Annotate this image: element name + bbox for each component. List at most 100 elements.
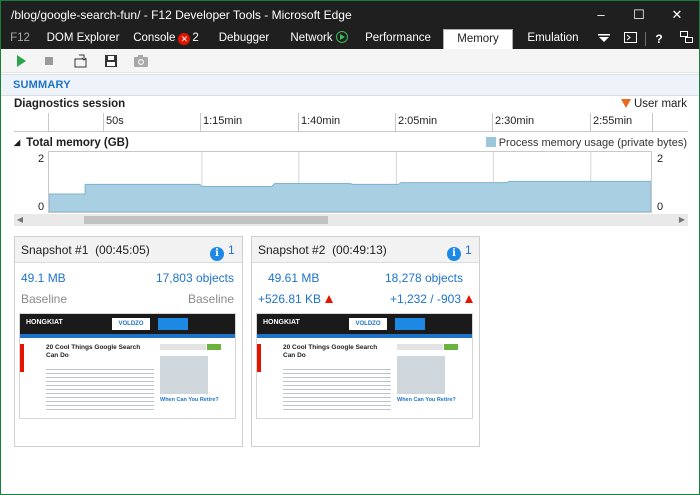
ruler-label: 2:55min (593, 115, 633, 127)
snapshot-info[interactable]: i1 (210, 243, 235, 261)
info-icon: i (210, 247, 224, 261)
ruler-label: 2:05min (398, 115, 438, 127)
thumb-ad-button (158, 318, 188, 330)
tool-tabs: F12 DOM Explorer Console ✕ 2 Debugger Netw… (1, 29, 699, 49)
collapse-caret-icon[interactable]: ◢ (14, 138, 20, 147)
total-memory-header[interactable]: ◢ Total memory (GB) (14, 137, 129, 149)
thumb-logo: HONGKIAT (26, 319, 63, 326)
scrollbar-thumb[interactable] (84, 216, 328, 224)
ruler-tick (103, 113, 104, 132)
objects-count-link[interactable]: 18,278 objects (385, 271, 463, 285)
objects-diff: +1,232 / -903 (389, 292, 461, 306)
page-screenshot-thumbnail: HONGKIAT VOLDZO 20 Cool Things Google Se… (256, 313, 473, 419)
thumb-ad-image (160, 356, 208, 394)
tab-network[interactable]: Network (283, 29, 355, 49)
ruler-label: 2:30min (495, 115, 535, 127)
scroll-left-icon[interactable]: ◀ (14, 214, 26, 226)
thumb-nav-bar (257, 334, 472, 338)
heap-size-link[interactable]: 49.1 MB (21, 271, 66, 285)
summary-label: SUMMARY (13, 79, 71, 91)
start-profiling-icon[interactable] (13, 53, 29, 69)
thumb-share-bar (20, 344, 24, 372)
ruler-label: 1:40min (301, 115, 341, 127)
info-count: 1 (228, 243, 235, 257)
ruler-label: 50s (106, 115, 124, 127)
tab-f12: F12 (10, 32, 30, 44)
error-icon: ✕ (178, 33, 191, 45)
objects-diff: Baseline (187, 292, 234, 306)
snapshot-header: Snapshot #1 (00:45:05) i1 (15, 237, 242, 263)
import-profile-icon[interactable] (73, 53, 89, 69)
console-error-count: 2 (192, 32, 199, 44)
snapshot-info[interactable]: i1 (447, 243, 472, 261)
thumb-ad-banner: VOLDZO (112, 318, 150, 330)
snapshot-card-2[interactable]: Snapshot #2 (00:49:13) i1 49.61 MB 18,27… (251, 236, 480, 447)
snapshot-card-1[interactable]: Snapshot #1 (00:45:05) i1 49.1 MB 17,803… (14, 236, 243, 447)
memory-toolbar (1, 49, 699, 73)
y-axis-top-right: 2 (657, 153, 664, 165)
ruler-tick (48, 113, 49, 132)
size-diff-link[interactable]: +526.81 KB (258, 292, 334, 306)
more-tools-icon[interactable] (595, 29, 613, 49)
ruler-tick (395, 113, 396, 132)
legend-label: Process memory usage (private bytes) (498, 137, 687, 149)
snapshot-time: (00:49:13) (332, 243, 387, 257)
user-mark-label: User mark (633, 98, 687, 110)
thumb-site-header: HONGKIAT VOLDZO (257, 314, 472, 334)
size-diff: Baseline (21, 292, 68, 306)
tab-console[interactable]: Console ✕ 2 (127, 29, 205, 49)
y-axis-top-left: 2 (38, 153, 45, 165)
tab-emulation[interactable]: Emulation (521, 29, 585, 49)
save-icon[interactable] (103, 53, 119, 69)
take-snapshot-icon[interactable] (133, 53, 149, 69)
help-icon[interactable]: ? (652, 29, 666, 49)
thumb-nav-bar (20, 334, 235, 338)
window-title: /blog/google-search-fun/ - F12 Developer… (11, 8, 352, 22)
console-toggle-icon[interactable] (621, 29, 639, 49)
y-axis-bottom-right: 0 (657, 201, 664, 213)
tab-dom-explorer[interactable]: DOM Explorer (43, 29, 123, 49)
tab-network-label: Network (290, 32, 333, 44)
thumb-site-header: HONGKIAT VOLDZO (20, 314, 235, 334)
y-axis-bottom-left: 0 (38, 201, 45, 213)
snapshot-name: Snapshot #2 (258, 243, 326, 257)
scroll-right-icon[interactable]: ▶ (676, 214, 688, 226)
title-bar: /blog/google-search-fun/ - F12 Developer… (1, 1, 699, 29)
size-diff: +526.81 KB (258, 292, 322, 306)
stop-profiling-icon[interactable] (41, 53, 57, 69)
ruler-label: 1:15min (203, 115, 243, 127)
legend-swatch (485, 137, 496, 147)
user-mark-icon (620, 99, 631, 108)
snapshot-title: Snapshot #1 (00:45:05) (21, 243, 150, 257)
snapshot-name: Snapshot #1 (21, 243, 89, 257)
thumb-headline: 20 Cool Things Google Search Can Do (46, 344, 141, 359)
close-button[interactable]: ✕ (655, 1, 699, 29)
thumb-article-text (283, 366, 391, 410)
timeline-ruler[interactable]: 50s 1:15min 1:40min 2:05min 2:30min 2:55… (14, 113, 688, 132)
thumb-article-text (46, 366, 154, 410)
thumb-ad-button (395, 318, 425, 330)
pin-icon[interactable] (677, 29, 695, 49)
objects-diff-link[interactable]: +1,232 / -903 (390, 292, 473, 306)
tab-debugger[interactable]: Debugger (213, 29, 275, 49)
timeline-scrollbar[interactable]: ◀ ▶ (14, 214, 688, 226)
tab-memory[interactable]: Memory (443, 29, 513, 49)
memory-area-series (48, 180, 652, 213)
increase-arrow-icon (465, 295, 473, 303)
user-mark-legend: User mark (620, 98, 687, 110)
diagnostics-session-title: Diagnostics session (14, 98, 126, 110)
info-icon: i (447, 247, 461, 261)
thumb-search-box (160, 344, 206, 350)
memory-chart-svg (48, 152, 652, 213)
tab-performance[interactable]: Performance (361, 29, 435, 49)
thumb-caption: When Can You Retire? (397, 397, 456, 403)
objects-count-link[interactable]: 17,803 objects (156, 271, 234, 285)
memory-chart[interactable] (48, 151, 652, 213)
devtools-window: /blog/google-search-fun/ - F12 Developer… (0, 0, 700, 495)
ruler-tick (200, 113, 201, 132)
page-screenshot-thumbnail: HONGKIAT VOLDZO 20 Cool Things Google Se… (19, 313, 236, 419)
heap-size-link[interactable]: 49.61 MB (268, 271, 319, 285)
ruler-tick (590, 113, 591, 132)
thumb-headline: 20 Cool Things Google Search Can Do (283, 344, 378, 359)
tab-separator (645, 32, 646, 46)
